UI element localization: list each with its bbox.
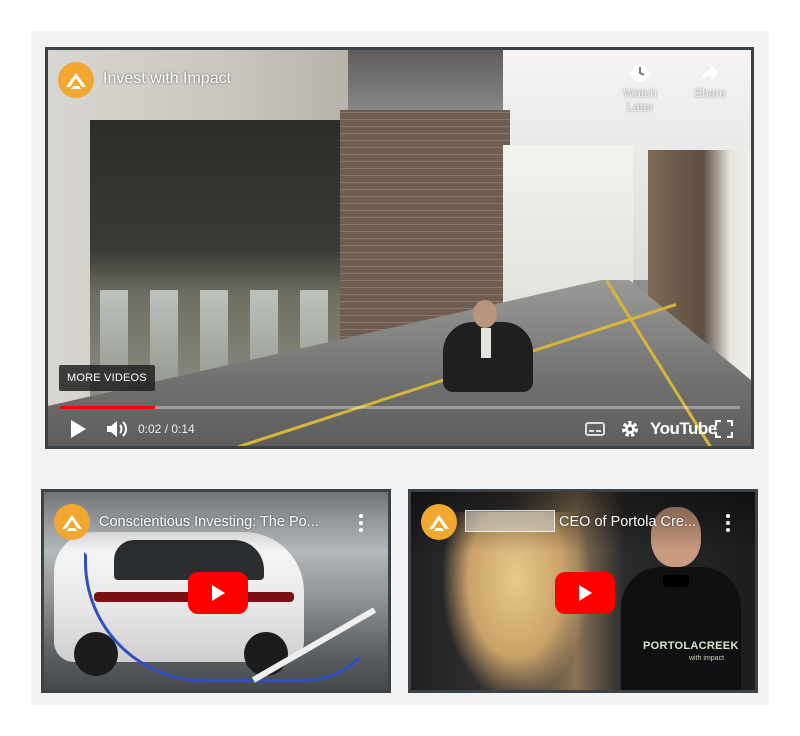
watch-later-button[interactable]: Watch Later — [608, 62, 672, 114]
settings-button[interactable] — [618, 417, 642, 441]
scene-man-head — [473, 300, 497, 328]
watch-later-label: Watch Later — [623, 86, 657, 114]
progress-bar[interactable] — [60, 406, 740, 409]
brand-logo-subtext: with impact — [689, 655, 725, 662]
share-arrow-icon — [701, 66, 719, 81]
volume-icon — [107, 421, 127, 437]
main-video-player[interactable]: Invest with Impact Watch Later Share MOR… — [45, 47, 754, 449]
kebab-menu-icon[interactable] — [723, 512, 733, 534]
redacted-region — [465, 510, 555, 532]
subtitles-button[interactable] — [583, 417, 607, 441]
thumbnail-title[interactable]: CEO of Portola Cre... — [559, 514, 711, 530]
youtube-play-icon — [212, 585, 225, 601]
gear-icon — [622, 421, 638, 437]
subtitles-icon — [585, 422, 605, 436]
youtube-logo-button[interactable]: YouTube — [650, 419, 717, 439]
more-videos-button[interactable]: MORE VIDEOS — [59, 365, 155, 391]
player-controls: 0:02 / 0:14 YouTube — [48, 412, 751, 446]
youtube-play-icon — [579, 585, 592, 601]
share-button[interactable]: Share — [678, 62, 742, 100]
youtube-play-button[interactable] — [555, 572, 615, 614]
video-thumbnail-1[interactable]: Conscientious Investing: The Po... — [41, 489, 391, 693]
scene-man-shirt — [481, 328, 491, 358]
fullscreen-icon — [715, 420, 733, 438]
man-bowtie — [663, 575, 689, 587]
time-display: 0:02 / 0:14 — [138, 422, 195, 436]
scene-man — [433, 300, 543, 400]
player-title-bar: Invest with Impact Watch Later Share — [48, 50, 751, 114]
share-label: Share — [693, 86, 727, 100]
channel-logo-icon[interactable] — [421, 504, 457, 540]
youtube-play-button[interactable] — [188, 572, 248, 614]
video-title[interactable]: Invest with Impact — [103, 70, 231, 88]
channel-logo-icon[interactable] — [58, 62, 94, 98]
progress-played — [60, 406, 156, 409]
brand-logo-text: PORTOLACREEK — [643, 640, 739, 652]
thumbnail-title[interactable]: Conscientious Investing: The Po... — [99, 514, 339, 530]
clock-icon — [631, 64, 649, 82]
video-thumbnail-2[interactable]: PORTOLACREEK with impact CEO of Portola … — [408, 489, 758, 693]
play-icon — [71, 420, 86, 438]
fullscreen-button[interactable] — [712, 417, 736, 441]
volume-button[interactable] — [104, 417, 130, 441]
kebab-menu-icon[interactable] — [356, 512, 366, 534]
channel-logo-icon[interactable] — [54, 504, 90, 540]
play-button[interactable] — [66, 417, 90, 441]
